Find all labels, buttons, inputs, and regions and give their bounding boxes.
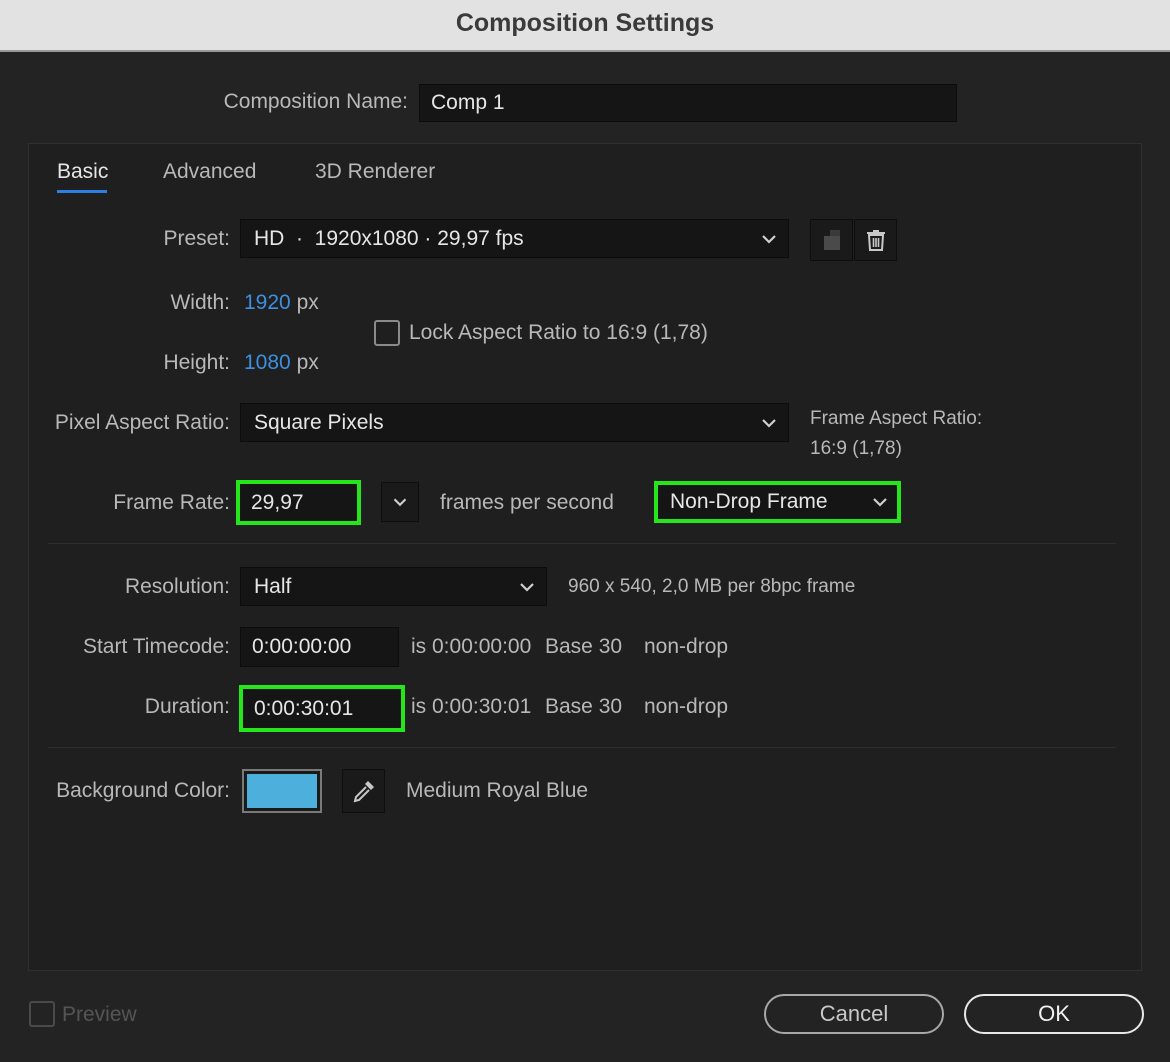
duration-label: Duration: — [144, 695, 230, 718]
start-timecode-base: Base 30 — [545, 635, 623, 658]
width-value[interactable]: 1920 — [244, 291, 291, 314]
composition-name-label: Composition Name: — [223, 90, 408, 113]
preview-label: Preview — [62, 1003, 137, 1026]
start-timecode-label: Start Timecode: — [82, 635, 230, 658]
tab-advanced[interactable]: Advanced — [163, 160, 256, 184]
delete-preset-button[interactable] — [854, 219, 897, 261]
resolution-info: 960 x 540, 2,0 MB per 8bpc frame — [568, 576, 856, 597]
height-label: Height: — [163, 351, 230, 374]
tab-basic[interactable]: Basic — [57, 160, 108, 184]
composition-name-input[interactable]: Comp 1 — [419, 84, 957, 122]
preset-label: Preset: — [163, 227, 230, 250]
frame-aspect-value: 16:9 (1,78) — [810, 438, 902, 459]
frame-aspect-label: Frame Aspect Ratio: — [810, 408, 983, 429]
preview-checkbox[interactable] — [29, 1001, 55, 1027]
chevron-down-icon — [520, 582, 534, 592]
resolution-value: Half — [254, 574, 292, 598]
frame-rate-label: Frame Rate: — [113, 491, 230, 514]
ok-button[interactable]: OK — [964, 994, 1144, 1034]
eyedropper-button[interactable] — [342, 769, 385, 813]
background-color-name: Medium Royal Blue — [406, 779, 589, 802]
chevron-down-icon — [873, 498, 887, 507]
background-color-fill — [247, 774, 317, 808]
preset-dropdown[interactable]: HD · 1920x1080 · 29,97 fps — [240, 219, 789, 258]
frame-rate-unit: frames per second — [440, 491, 614, 514]
frame-rate-presets-button[interactable] — [381, 482, 419, 522]
frame-rate-input[interactable]: 29,97 — [236, 480, 361, 525]
height-field[interactable]: 1080 px — [244, 351, 319, 375]
width-field[interactable]: 1920 px — [244, 291, 319, 315]
pixel-aspect-dropdown[interactable]: Square Pixels — [240, 403, 789, 442]
chevron-down-icon — [393, 498, 407, 507]
duration-input[interactable]: 0:00:30:01 — [239, 685, 405, 732]
drop-frame-value: Non-Drop Frame — [670, 490, 828, 513]
height-unit: px — [296, 351, 319, 374]
height-value[interactable]: 1080 — [244, 351, 291, 374]
start-timecode-value: 0:00:00:00 — [252, 635, 352, 658]
duration-base: Base 30 — [545, 695, 623, 718]
width-label: Width: — [170, 291, 230, 314]
resolution-dropdown[interactable]: Half — [240, 567, 547, 606]
settings-panel — [28, 143, 1142, 971]
section-divider — [48, 543, 1116, 544]
save-preset-icon — [823, 230, 840, 250]
start-timecode-is: is 0:00:00:00 — [411, 635, 532, 658]
save-preset-button[interactable] — [810, 219, 853, 261]
chevron-down-icon — [762, 234, 776, 244]
preset-value: HD · 1920x1080 · 29,97 fps — [254, 226, 524, 250]
background-color-label: Background Color: — [56, 779, 230, 802]
cancel-button[interactable]: Cancel — [764, 994, 944, 1034]
pixel-aspect-label: Pixel Aspect Ratio: — [54, 411, 230, 434]
trash-icon — [866, 230, 885, 251]
drop-frame-dropdown[interactable]: Non-Drop Frame — [654, 481, 901, 523]
frame-rate-value: 29,97 — [251, 490, 304, 514]
width-unit: px — [296, 291, 319, 314]
eyedropper-icon — [353, 781, 374, 803]
duration-mode: non-drop — [644, 695, 729, 718]
resolution-label: Resolution: — [124, 575, 230, 598]
background-color-swatch[interactable] — [242, 769, 322, 813]
start-timecode-input[interactable]: 0:00:00:00 — [240, 627, 399, 667]
pixel-aspect-value: Square Pixels — [254, 410, 384, 434]
duration-value: 0:00:30:01 — [254, 696, 354, 720]
start-timecode-mode: non-drop — [644, 635, 729, 658]
duration-is: is 0:00:30:01 — [411, 695, 532, 718]
tab-active-indicator — [57, 190, 107, 193]
chevron-down-icon — [762, 418, 776, 428]
lock-aspect-label: Lock Aspect Ratio to 16:9 (1,78) — [409, 321, 708, 344]
lock-aspect-checkbox[interactable] — [374, 320, 400, 346]
dialog-title: Composition Settings — [455, 9, 715, 37]
composition-name-value: Comp 1 — [431, 91, 505, 114]
section-divider — [48, 747, 1116, 748]
tab-3d-renderer[interactable]: 3D Renderer — [315, 160, 435, 184]
